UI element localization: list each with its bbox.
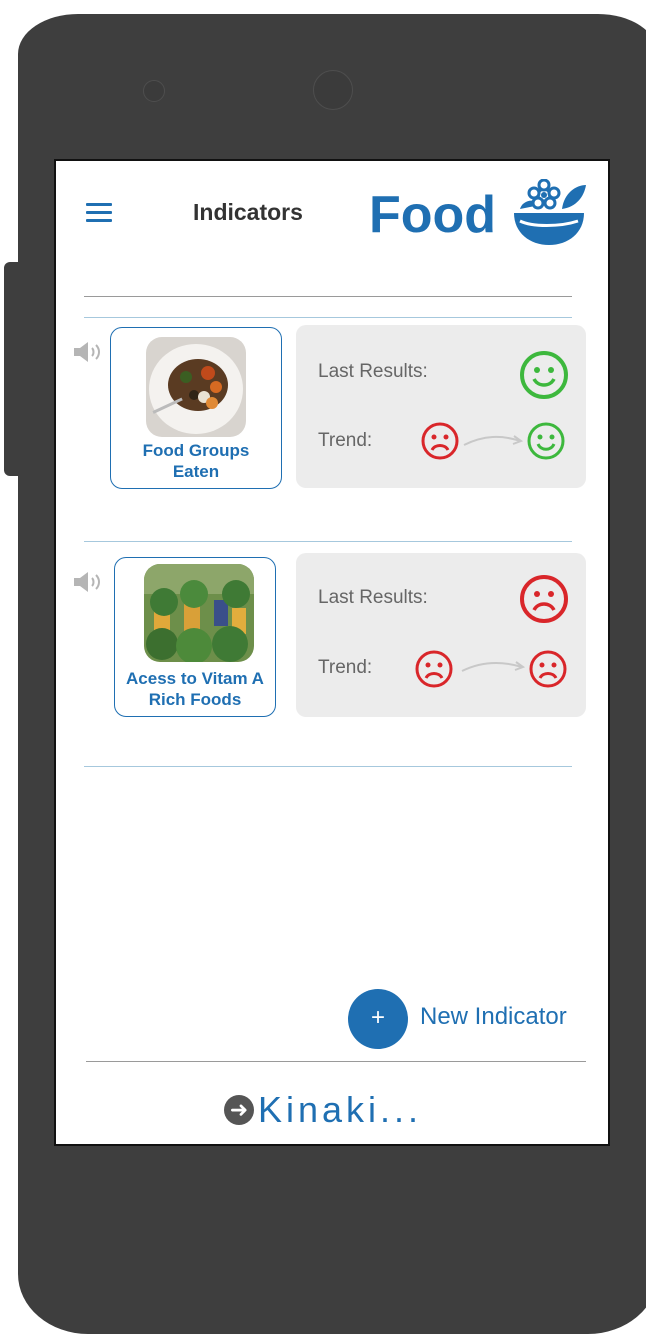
indicator-card-food-groups[interactable]: Food Groups Eaten xyxy=(110,327,282,489)
indicator-results-panel: Last Results: Trend: xyxy=(296,553,586,717)
add-indicator-button[interactable]: + xyxy=(348,989,408,1049)
speaker-icon[interactable] xyxy=(72,571,102,593)
food-bowl-logo-icon xyxy=(514,179,586,245)
new-indicator-link[interactable]: New Indicator xyxy=(420,1003,567,1031)
last-results-label: Last Results: xyxy=(318,361,428,382)
indicator-name-line1: Food Groups xyxy=(142,441,250,460)
footer-divider xyxy=(86,1061,586,1062)
trend-arrow-icon xyxy=(463,435,524,446)
indicator-name-line1: Acess to Vitam A xyxy=(126,669,264,688)
vegetable-garden-image xyxy=(144,564,254,662)
list-divider xyxy=(84,317,572,318)
brand-title: Food xyxy=(369,186,497,244)
last-results-label: Last Results: xyxy=(318,587,428,608)
app-screen: Indicators Food Food Groups Eaten Last R… xyxy=(54,159,610,1146)
indicator-name-line2: Rich Foods xyxy=(148,690,242,709)
food-plate-image xyxy=(146,337,246,437)
trend-label: Trend: xyxy=(318,657,373,678)
kinaki-link[interactable]: ➜ Kinaki... xyxy=(224,1089,422,1131)
list-divider xyxy=(84,766,572,767)
indicator-card-vitamin-a[interactable]: Acess to Vitam A Rich Foods xyxy=(114,557,276,717)
page-title: Indicators xyxy=(193,199,303,225)
speaker-icon[interactable] xyxy=(72,341,102,363)
sad-face-icon xyxy=(421,422,459,460)
happy-face-icon xyxy=(527,422,565,460)
hamburger-menu-icon[interactable] xyxy=(86,203,112,227)
sad-face-icon xyxy=(520,575,568,623)
kinaki-link-label: Kinaki... xyxy=(258,1089,423,1130)
header-divider xyxy=(84,296,572,297)
happy-face-icon xyxy=(520,351,568,399)
phone-camera xyxy=(313,70,353,110)
arrow-right-circle-icon: ➜ xyxy=(224,1095,254,1125)
trend-arrow-icon xyxy=(461,661,526,672)
sad-face-icon xyxy=(529,650,567,688)
indicator-results-panel: Last Results: Trend: xyxy=(296,325,586,488)
list-divider xyxy=(84,541,572,542)
phone-side-button xyxy=(4,262,18,476)
sad-face-icon xyxy=(415,650,453,688)
trend-label: Trend: xyxy=(318,430,373,451)
phone-sensor xyxy=(143,80,165,102)
indicator-name-line2: Eaten xyxy=(172,462,220,481)
